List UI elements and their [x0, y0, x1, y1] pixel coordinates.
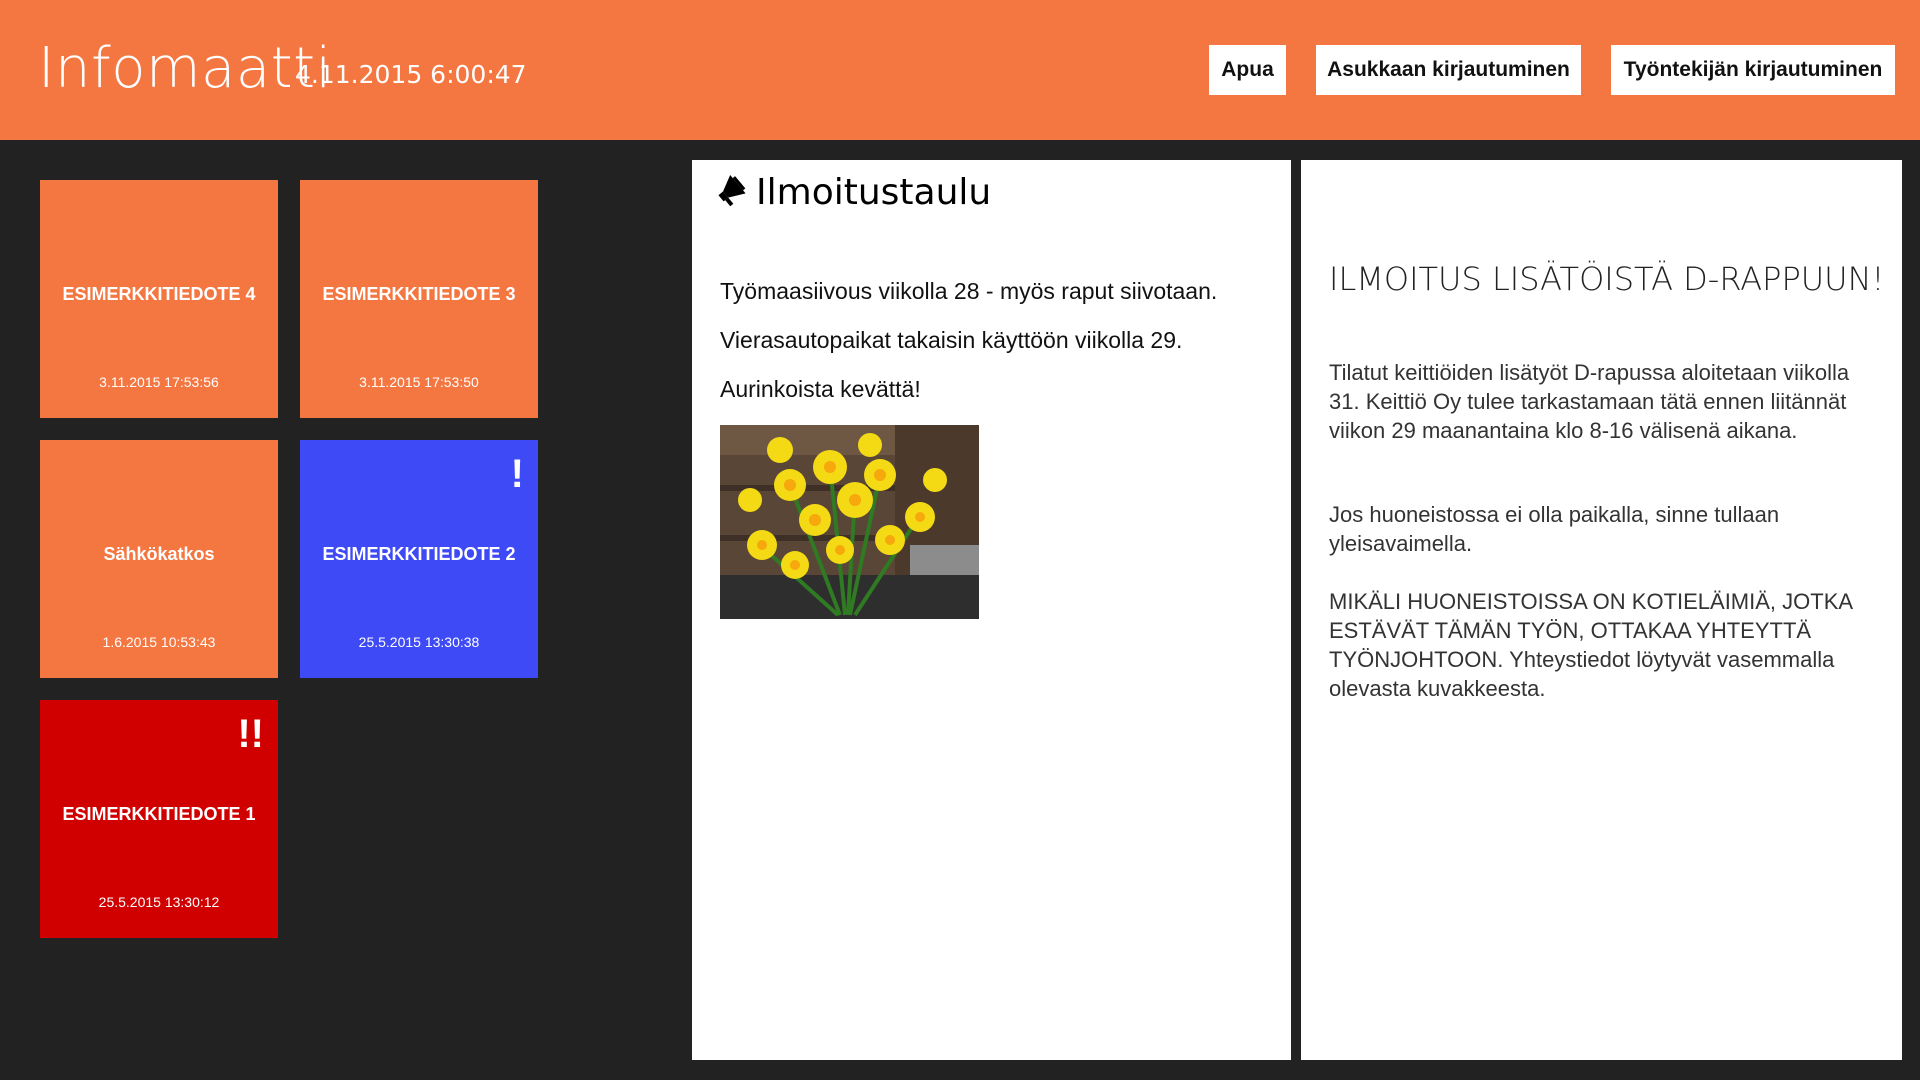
- announcement-tile[interactable]: !! ESIMERKKITIEDOTE 1 25.5.2015 13:30:12: [40, 700, 278, 938]
- notice-paragraph: MIKÄLI HUONEISTOISSA ON KOTIELÄIMIÄ, JOT…: [1329, 589, 1852, 701]
- help-button[interactable]: Apua: [1209, 45, 1286, 95]
- board-line: Työmaasiivous viikolla 28 - myös raput s…: [720, 278, 1218, 304]
- tile-title: ESIMERKKITIEDOTE 3: [322, 284, 516, 304]
- priority-badge: !: [510, 452, 524, 496]
- clock: 4.11.2015 6:00:47: [295, 60, 527, 89]
- announcement-tile[interactable]: ESIMERKKITIEDOTE 3 3.11.2015 17:53:50: [300, 180, 538, 418]
- announcement-tile[interactable]: ! ESIMERKKITIEDOTE 2 25.5.2015 13:30:38: [300, 440, 538, 678]
- notice-title: ILMOITUS LISÄTÖISTÄ D-RAPPUUN!: [1329, 260, 1885, 298]
- announcement-tile[interactable]: Sähkökatkos 1.6.2015 10:53:43: [40, 440, 278, 678]
- tile-date: 3.11.2015 17:53:56: [99, 374, 219, 390]
- tile-date: 1.6.2015 10:53:43: [102, 634, 216, 650]
- daffodils-photo: [720, 425, 979, 619]
- announcement-tile[interactable]: ESIMERKKITIEDOTE 4 3.11.2015 17:53:56: [40, 180, 278, 418]
- tile-title: Sähkökatkos: [103, 544, 215, 564]
- board-header: Ilmoitustaulu: [714, 172, 991, 213]
- notice-panel: ILMOITUS LISÄTÖISTÄ D-RAPPUUN! Tilatut k…: [1301, 160, 1902, 1060]
- tile-title: ESIMERKKITIEDOTE 4: [62, 284, 256, 304]
- app-title: Infomaatti: [38, 36, 332, 101]
- board-line: Aurinkoista kevättä!: [720, 376, 921, 402]
- board-title: Ilmoitustaulu: [756, 172, 992, 213]
- tile-date: 3.11.2015 17:53:50: [359, 374, 479, 390]
- tile-title: ESIMERKKITIEDOTE 1: [62, 804, 256, 824]
- resident-login-button[interactable]: Asukkaan kirjautuminen: [1316, 45, 1581, 95]
- tile-date: 25.5.2015 13:30:38: [358, 634, 480, 650]
- bulletin-board-panel: Ilmoitustaulu Työmaasiivous viikolla 28 …: [692, 160, 1291, 1060]
- tile-title: ESIMERKKITIEDOTE 2: [322, 544, 516, 564]
- top-bar: Infomaatti 4.11.2015 6:00:47 Apua Asukka…: [0, 0, 1920, 140]
- megaphone-icon: [714, 173, 748, 212]
- board-line: Vierasautopaikat takaisin käyttöön viiko…: [720, 327, 1183, 353]
- notice-paragraph: Tilatut keittiöiden lisätyöt D-rapussa a…: [1329, 360, 1850, 443]
- employee-login-button[interactable]: Työntekijän kirjautuminen: [1611, 45, 1895, 95]
- tile-date: 25.5.2015 13:30:12: [98, 894, 220, 910]
- priority-badge: !!: [237, 712, 264, 756]
- notice-paragraph: Jos huoneistossa ei olla paikalla, sinne…: [1329, 502, 1780, 556]
